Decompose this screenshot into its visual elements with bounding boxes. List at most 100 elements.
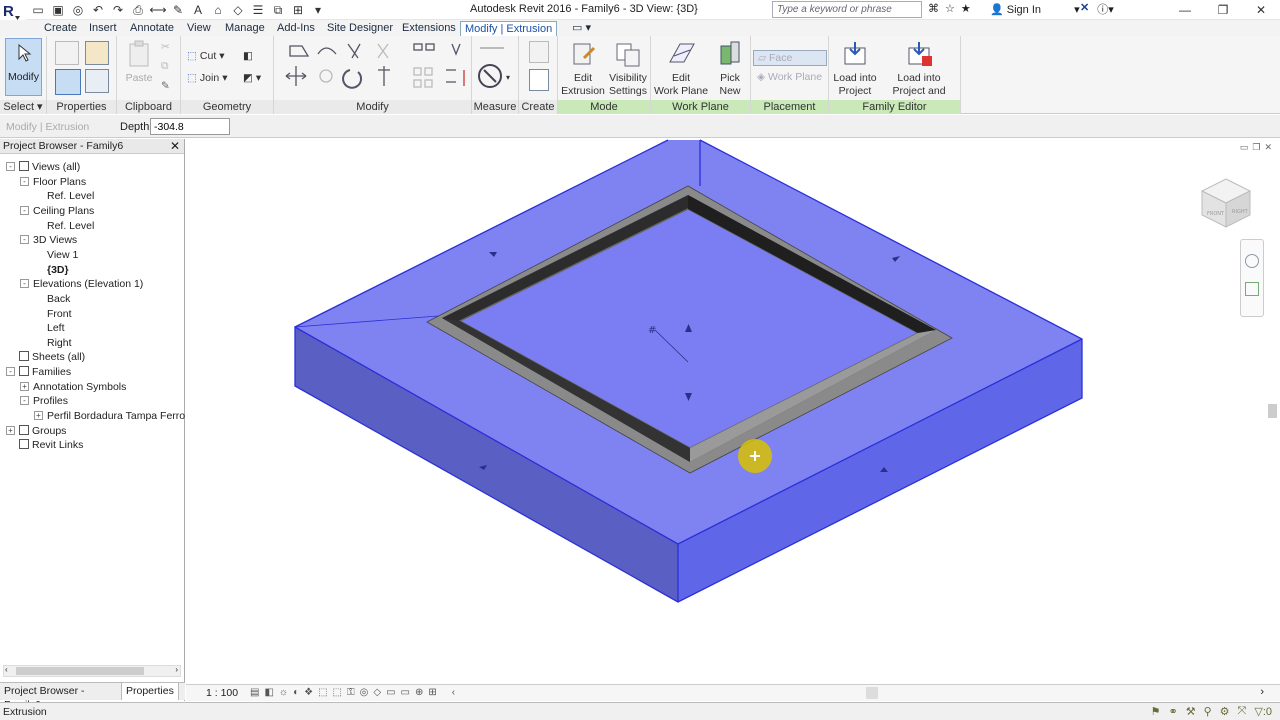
visual-style-icon[interactable]: ◧ <box>264 687 273 698</box>
copy-icon[interactable]: ⧉ <box>161 60 169 73</box>
depth-input[interactable] <box>150 118 230 135</box>
tab-annotate[interactable]: Annotate <box>126 21 178 36</box>
crop-view-icon[interactable]: ⬚ <box>318 687 327 698</box>
wall-joins-icon[interactable]: ◧ <box>243 50 253 62</box>
sync-icon[interactable]: ◎ <box>70 2 86 18</box>
project-browser-header[interactable]: Project Browser - Family6 ✕ <box>0 139 184 154</box>
family-types-icon[interactable] <box>85 41 109 65</box>
text-icon[interactable]: A <box>190 2 206 18</box>
measure-icon[interactable]: ⟷ <box>149 2 166 18</box>
tree-item[interactable]: + Perfil Bordadura Tampa Ferro F <box>34 409 194 423</box>
create-similar-icon[interactable] <box>529 41 549 63</box>
select-links-icon[interactable]: ⚭ <box>1169 705 1178 718</box>
view-scale[interactable]: 1 : 100 <box>206 687 238 699</box>
aligned-dimension-icon[interactable]: ✎ <box>170 2 186 18</box>
cut-clipboard-icon[interactable]: ✂ <box>161 41 170 53</box>
cut-geometry-button[interactable]: ⬚ Cut ▾ <box>187 50 225 62</box>
close-button[interactable]: ✕ <box>1242 0 1280 20</box>
load-into-project-button[interactable]: Load into Project <box>831 40 879 98</box>
tree-expander-icon[interactable]: - <box>20 396 29 406</box>
tree-item[interactable]: Back <box>34 292 70 306</box>
horizontal-scroll-thumb[interactable] <box>866 687 878 699</box>
tree-item[interactable]: View 1 <box>34 248 78 262</box>
edit-work-plane-button[interactable]: Edit Work Plane <box>653 40 709 98</box>
tree-expander-icon[interactable]: - <box>20 235 29 245</box>
modify-button[interactable]: Modify <box>5 38 42 96</box>
type-properties-icon[interactable] <box>55 41 79 65</box>
zoom-icon[interactable] <box>1245 282 1259 296</box>
worksharing-icon[interactable]: ⊕ <box>415 687 423 698</box>
detail-level-icon[interactable]: ▤ <box>250 687 259 698</box>
print-icon[interactable]: ⎙ <box>130 2 146 18</box>
scroll-left-icon[interactable]: ‹ <box>452 687 455 698</box>
tab-project-browser[interactable]: Project Browser - Family6 <box>0 683 122 711</box>
scrollbar-thumb[interactable] <box>16 667 144 675</box>
visibility-settings-button[interactable]: Visibility Settings <box>606 40 650 98</box>
tree-item[interactable]: Sheets (all) <box>6 350 85 364</box>
binoculars-icon[interactable]: ⌘ <box>928 2 939 15</box>
tree-item[interactable]: Left <box>34 321 65 335</box>
rendering-icon[interactable]: ❖ <box>304 687 313 698</box>
tree-item[interactable]: + Groups <box>6 424 66 438</box>
tree-item[interactable]: {3D} <box>34 263 69 277</box>
tree-item[interactable]: -3D Views <box>20 233 77 247</box>
tree-expander-icon[interactable]: - <box>20 176 29 186</box>
create-group-icon[interactable] <box>529 69 549 91</box>
temporary-hide-icon[interactable]: ◎ <box>360 687 369 698</box>
3d-viewport[interactable]: # ▭ ❐ ✕ FRONT RIGHT <box>186 139 1280 684</box>
reveal-hidden-icon[interactable]: ◇ <box>373 687 381 698</box>
sun-path-icon[interactable]: ☼ <box>279 687 288 698</box>
search-input[interactable]: Type a keyword or phrase <box>772 1 922 18</box>
paste-button[interactable]: Paste <box>125 40 153 85</box>
tree-item[interactable]: Right <box>34 336 72 350</box>
tree-item[interactable]: - Elevations (Elevation 1) <box>20 277 143 291</box>
pick-new-button[interactable]: Pick New <box>711 40 749 98</box>
tree-expander-icon[interactable]: - <box>6 367 15 377</box>
redo-icon[interactable]: ↷ <box>110 2 126 18</box>
view-cube[interactable]: FRONT RIGHT <box>1198 175 1254 231</box>
properties-icon[interactable] <box>55 69 81 95</box>
undo-icon[interactable]: ↶ <box>90 2 106 18</box>
editable-only-icon[interactable]: ⚑ <box>1151 705 1161 718</box>
tree-item[interactable]: - Floor Plans <box>20 175 86 189</box>
select-by-face-icon[interactable]: ⚙ <box>1220 705 1230 718</box>
tab-add-ins[interactable]: Add-Ins <box>273 21 319 36</box>
constraints-icon[interactable]: ⊞ <box>428 687 436 698</box>
tree-item[interactable]: - Ceiling Plans <box>20 204 94 218</box>
tab-extensions[interactable]: Extensions <box>398 21 460 36</box>
face-button[interactable]: ▱ Face <box>753 50 827 66</box>
subscription-icon[interactable]: ☆ <box>945 2 955 15</box>
vertical-scroll-thumb[interactable] <box>1268 404 1277 418</box>
tree-item[interactable]: - Views (all) <box>6 160 80 174</box>
edit-extrusion-button[interactable]: Edit Extrusion <box>560 40 606 98</box>
tree-item[interactable]: Front <box>34 307 72 321</box>
highlight-displacement-icon[interactable]: ▭ <box>401 687 410 698</box>
tree-expander-icon[interactable]: + <box>20 381 29 391</box>
tree-expander-icon[interactable]: - <box>20 205 29 215</box>
tree-expander-icon[interactable]: + <box>34 411 43 421</box>
lock-3d-icon[interactable]: ⚿ <box>347 687 355 698</box>
open-icon[interactable]: ▭ <box>30 2 46 18</box>
tree-expander-icon[interactable]: - <box>20 279 29 289</box>
scroll-right-icon[interactable]: › <box>175 665 178 674</box>
ribbon-minimize-icon[interactable]: ▭ ▾ <box>568 21 595 36</box>
save-icon[interactable]: ▣ <box>50 2 66 18</box>
tree-item[interactable]: - Profiles <box>20 394 68 408</box>
browser-horizontal-scrollbar[interactable]: ‹ › <box>3 665 181 677</box>
minimize-button[interactable]: — <box>1166 0 1204 20</box>
3d-model-canvas[interactable]: # <box>186 139 1280 684</box>
scroll-right-icon[interactable]: › <box>1260 686 1264 698</box>
drag-elements-icon[interactable]: ⤧ <box>1238 705 1247 718</box>
work-plane-placement-button[interactable]: ◈ Work Plane <box>753 70 827 86</box>
paint-icon[interactable]: ◩ ▾ <box>243 72 261 84</box>
tab-manage[interactable]: Manage <box>221 21 269 36</box>
select-pinned-icon[interactable]: ⚲ <box>1204 705 1212 718</box>
close-icon[interactable]: ✕ <box>170 139 180 153</box>
modify-tools-icon[interactable] <box>280 40 470 100</box>
tab-insert[interactable]: Insert <box>85 21 121 36</box>
tree-item[interactable]: Revit Links <box>6 438 83 452</box>
tab-modify-extrusion[interactable]: Modify | Extrusion <box>460 21 558 36</box>
tab-properties[interactable]: Properties <box>122 683 179 700</box>
join-geometry-button[interactable]: ⬚ Join ▾ <box>187 72 227 84</box>
sign-in-button[interactable]: 👤 Sign In ▾ <box>990 3 1080 16</box>
